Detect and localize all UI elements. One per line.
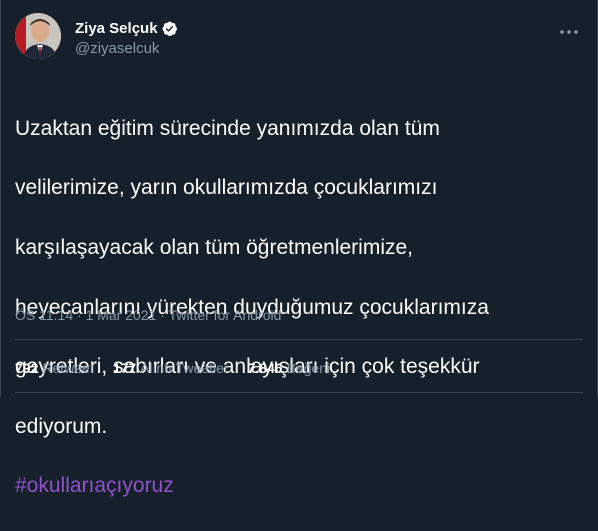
hashtag-link[interactable]: #okullarıaçıyoruz <box>15 471 575 501</box>
like-count: 7.846 <box>247 360 283 376</box>
tweet-card: Ziya Selçuk @ziyaselcuk Uzaktan eğitim s… <box>0 0 598 497</box>
avatar[interactable] <box>15 13 61 59</box>
tweet-text-line: Uzaktan eğitim sürecinde yanımızda olan … <box>15 116 440 140</box>
avatar-image <box>15 13 61 59</box>
quote-tweet-count: 177 <box>112 360 137 376</box>
tweet-text-line: ediyorum. <box>15 414 108 438</box>
quote-tweet-label: Alıntı Tweetler <box>140 360 229 376</box>
tweet-stats: 792 Retweet 177 Alıntı Tweetler 7.846 Be… <box>15 360 349 376</box>
tweet-meta[interactable]: ÖS 11:14 · 1 Mar 2021 · Twitter for Andr… <box>15 307 281 323</box>
tweet-text-line: karşılaşayacak olan tüm öğretmenlerimize… <box>15 235 413 259</box>
like-stat[interactable]: 7.846 Beğeni <box>248 360 331 376</box>
divider <box>15 339 583 340</box>
author-name-row: Ziya Selçuk <box>75 18 178 38</box>
divider <box>15 392 583 393</box>
like-label: Beğeni <box>286 360 331 376</box>
tweet-text-line: velilerimize, yarın okullarımızda çocukl… <box>15 176 438 200</box>
author-handle[interactable]: @ziyaselcuk <box>75 40 178 57</box>
tweet-header: Ziya Selçuk @ziyaselcuk <box>15 12 583 64</box>
more-options-icon[interactable] <box>557 22 581 42</box>
quote-tweet-stat[interactable]: 177 Alıntı Tweetler <box>113 360 229 376</box>
retweet-label: Retweet <box>42 360 94 376</box>
retweet-stat[interactable]: 792 Retweet <box>15 360 94 376</box>
retweet-count: 792 <box>15 360 39 376</box>
author-block: Ziya Selçuk @ziyaselcuk <box>75 18 178 57</box>
verified-badge-icon <box>161 20 178 37</box>
author-name[interactable]: Ziya Selçuk <box>75 20 158 37</box>
